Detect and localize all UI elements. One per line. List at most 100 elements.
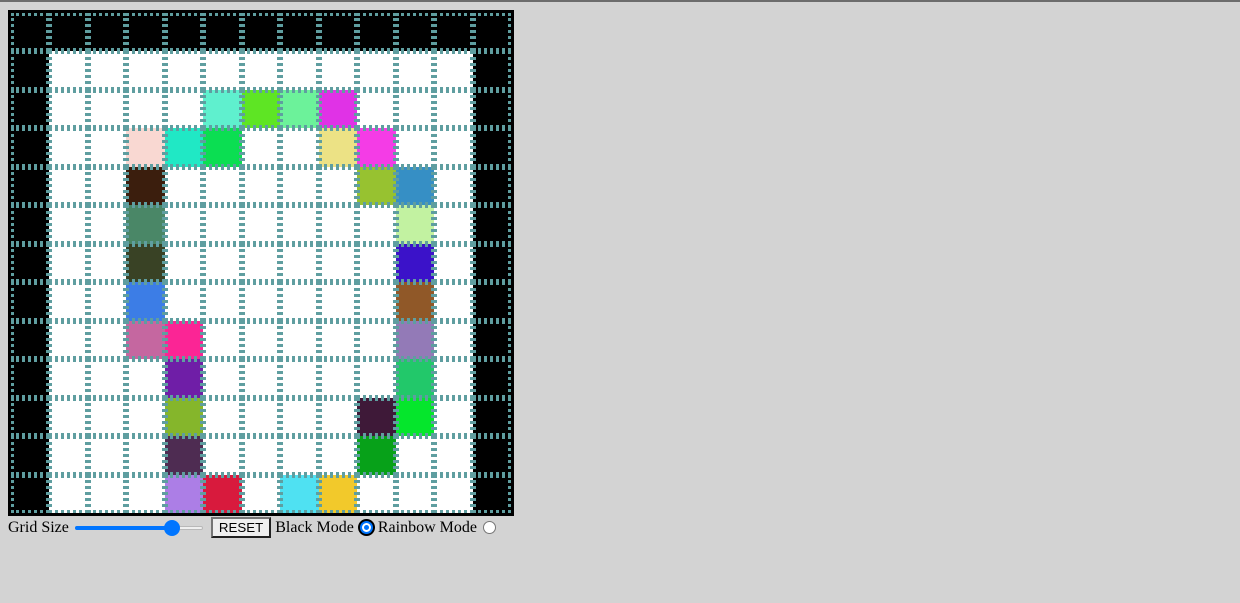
grid-cell[interactable]	[395, 13, 435, 52]
grid-cell[interactable]	[280, 359, 319, 398]
grid-cell[interactable]	[87, 282, 127, 321]
grid-cell[interactable]	[126, 89, 165, 129]
grid-cell[interactable]	[164, 128, 204, 167]
rainbow-mode-radio[interactable]	[482, 521, 496, 534]
grid-cell[interactable]	[357, 282, 396, 321]
black-mode-radio[interactable]	[359, 521, 373, 534]
grid-cell[interactable]	[395, 320, 435, 360]
grid-cell[interactable]	[357, 359, 396, 398]
grid-cell[interactable]	[241, 128, 281, 167]
grid-cell[interactable]	[203, 13, 242, 52]
grid-cell[interactable]	[241, 13, 281, 52]
grid-cell[interactable]	[203, 51, 242, 90]
grid-cell[interactable]	[164, 243, 204, 283]
grid-cell[interactable]	[280, 51, 319, 90]
grid-cell[interactable]	[318, 51, 358, 90]
grid-cell[interactable]	[49, 359, 88, 398]
grid-cell[interactable]	[126, 13, 165, 52]
grid-size-slider[interactable]	[74, 519, 203, 536]
grid-cell[interactable]	[318, 397, 358, 437]
grid-cell[interactable]	[395, 397, 435, 437]
grid-cell[interactable]	[49, 13, 88, 52]
grid-cell[interactable]	[357, 13, 396, 52]
grid-cell[interactable]	[126, 51, 165, 90]
grid-cell[interactable]	[11, 320, 50, 360]
grid-cell[interactable]	[472, 320, 511, 360]
grid-cell[interactable]	[87, 320, 127, 360]
grid-cell[interactable]	[472, 474, 511, 513]
grid-cell[interactable]	[434, 320, 473, 360]
grid-cell[interactable]	[472, 397, 511, 437]
grid-cell[interactable]	[434, 243, 473, 283]
grid-cell[interactable]	[395, 51, 435, 90]
grid-cell[interactable]	[49, 436, 88, 475]
grid-cell[interactable]	[164, 320, 204, 360]
grid-cell[interactable]	[126, 320, 165, 360]
grid-cell[interactable]	[11, 51, 50, 90]
grid-cell[interactable]	[318, 359, 358, 398]
grid-cell[interactable]	[434, 282, 473, 321]
grid-cell[interactable]	[126, 436, 165, 475]
grid-cell[interactable]	[357, 89, 396, 129]
grid-cell[interactable]	[203, 128, 242, 167]
grid-cell[interactable]	[434, 359, 473, 398]
grid-cell[interactable]	[203, 243, 242, 283]
grid-cell[interactable]	[357, 397, 396, 437]
grid-cell[interactable]	[87, 474, 127, 513]
grid-cell[interactable]	[164, 166, 204, 206]
grid-cell[interactable]	[472, 205, 511, 244]
grid-cell[interactable]	[164, 474, 204, 513]
grid-cell[interactable]	[49, 243, 88, 283]
grid-cell[interactable]	[472, 282, 511, 321]
grid-cell[interactable]	[11, 243, 50, 283]
grid-cell[interactable]	[318, 282, 358, 321]
grid-cell[interactable]	[395, 359, 435, 398]
grid-cell[interactable]	[434, 89, 473, 129]
grid-cell[interactable]	[318, 205, 358, 244]
grid-cell[interactable]	[318, 89, 358, 129]
grid-cell[interactable]	[241, 397, 281, 437]
grid-cell[interactable]	[434, 128, 473, 167]
grid-cell[interactable]	[203, 282, 242, 321]
grid-cell[interactable]	[164, 89, 204, 129]
grid-cell[interactable]	[11, 397, 50, 437]
grid-cell[interactable]	[280, 320, 319, 360]
grid-cell[interactable]	[434, 436, 473, 475]
grid-cell[interactable]	[203, 359, 242, 398]
grid-cell[interactable]	[126, 397, 165, 437]
grid-cell[interactable]	[241, 320, 281, 360]
grid-cell[interactable]	[280, 397, 319, 437]
grid-cell[interactable]	[472, 13, 511, 52]
grid-cell[interactable]	[241, 166, 281, 206]
grid-cell[interactable]	[395, 89, 435, 129]
grid-cell[interactable]	[87, 436, 127, 475]
grid-cell[interactable]	[164, 436, 204, 475]
grid-cell[interactable]	[280, 243, 319, 283]
grid-cell[interactable]	[434, 166, 473, 206]
grid-cell[interactable]	[472, 51, 511, 90]
grid-cell[interactable]	[203, 474, 242, 513]
grid-cell[interactable]	[87, 128, 127, 167]
grid-cell[interactable]	[241, 205, 281, 244]
grid-cell[interactable]	[280, 282, 319, 321]
grid-cell[interactable]	[395, 128, 435, 167]
grid-cell[interactable]	[280, 436, 319, 475]
grid-cell[interactable]	[395, 166, 435, 206]
grid-cell[interactable]	[357, 243, 396, 283]
grid-cell[interactable]	[318, 320, 358, 360]
grid-cell[interactable]	[472, 128, 511, 167]
grid-cell[interactable]	[11, 205, 50, 244]
grid-cell[interactable]	[49, 282, 88, 321]
grid-cell[interactable]	[11, 359, 50, 398]
slider-thumb[interactable]	[164, 519, 181, 536]
grid-cell[interactable]	[126, 243, 165, 283]
grid-cell[interactable]	[49, 51, 88, 90]
grid-cell[interactable]	[164, 51, 204, 90]
grid-cell[interactable]	[241, 51, 281, 90]
grid-cell[interactable]	[126, 359, 165, 398]
grid-cell[interactable]	[395, 205, 435, 244]
grid-cell[interactable]	[241, 282, 281, 321]
grid-cell[interactable]	[395, 243, 435, 283]
grid-cell[interactable]	[126, 128, 165, 167]
grid-cell[interactable]	[434, 474, 473, 513]
